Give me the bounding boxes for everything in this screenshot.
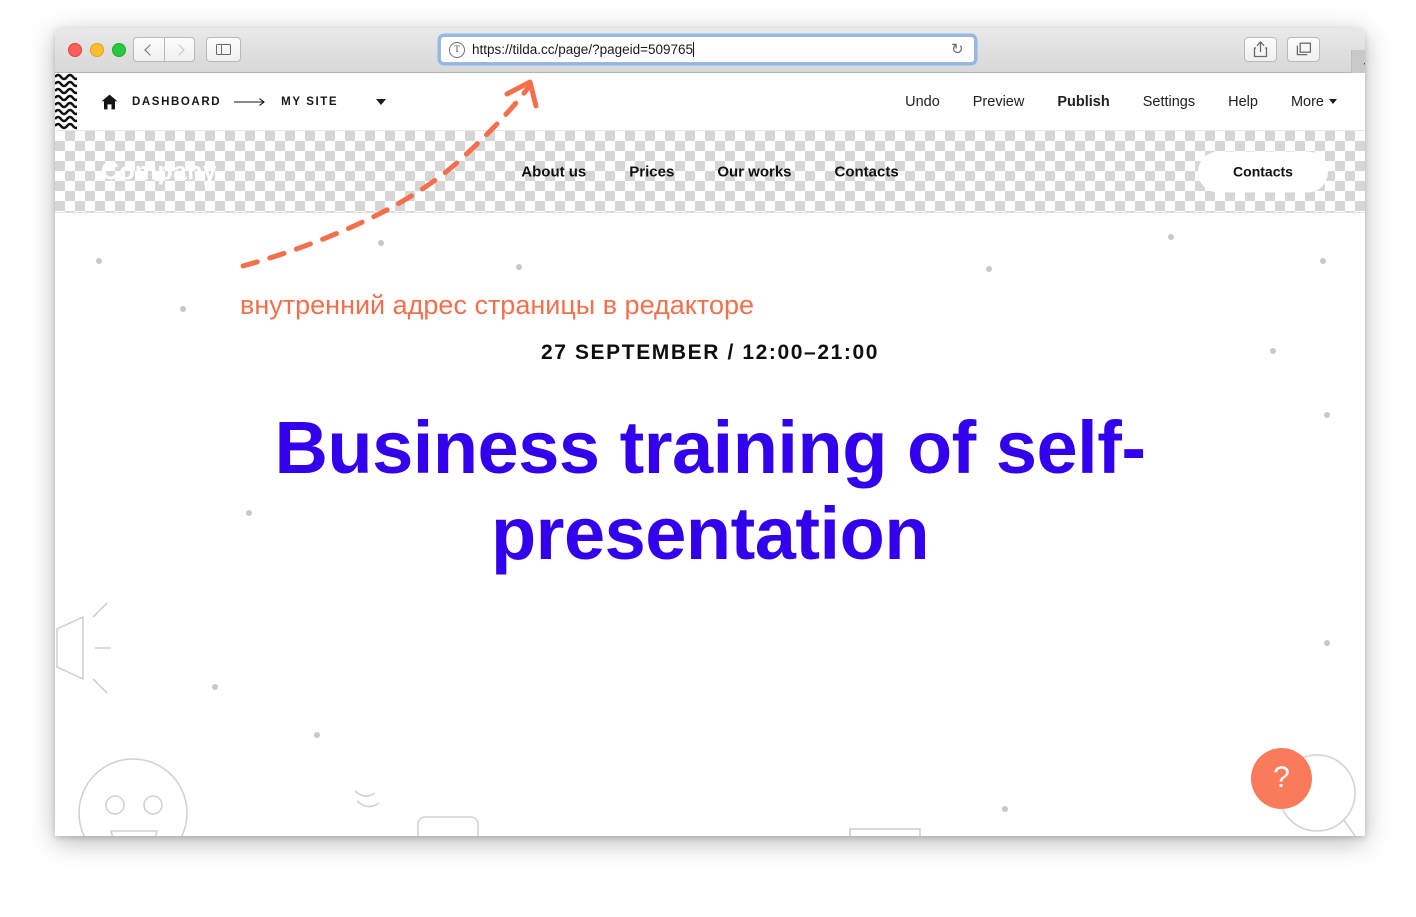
nav-item-our-works[interactable]: Our works — [717, 163, 791, 180]
help-chat-button[interactable]: ? — [1251, 748, 1312, 809]
back-button[interactable] — [133, 37, 164, 62]
home-icon[interactable] — [101, 94, 118, 110]
share-button[interactable] — [1244, 37, 1277, 62]
chevron-left-icon — [144, 43, 156, 56]
hero-title: Business training of self-presentation — [274, 406, 1146, 575]
tabs-icon — [1296, 42, 1311, 56]
breadcrumb-dashboard[interactable]: DASHBOARD — [132, 96, 221, 108]
chevron-down-icon — [1329, 98, 1337, 104]
share-icon — [1253, 41, 1268, 58]
nav-item-prices[interactable]: Prices — [629, 163, 674, 180]
close-window-button[interactable] — [68, 43, 82, 57]
contacts-cta-button[interactable]: Contacts — [1198, 151, 1328, 192]
maximize-window-button[interactable] — [112, 43, 126, 57]
tilda-favicon-icon: T — [449, 41, 465, 58]
breadcrumb-my-site[interactable]: MY SITE — [281, 96, 338, 108]
screenshot-root: T https://tilda.cc/page/?pageid=509765 ↻… — [0, 0, 1416, 917]
breadcrumb: DASHBOARD MY SITE — [101, 73, 387, 130]
sidebar-toggle-button[interactable] — [206, 37, 241, 62]
nav-item-contacts[interactable]: Contacts — [835, 163, 899, 180]
site-navigation: About us Prices Our works Contacts — [55, 163, 1365, 180]
text-cursor — [693, 42, 695, 57]
breadcrumb-chevron-down-icon[interactable] — [376, 98, 387, 105]
hero-section: 27 SEPTEMBER / 12:00–21:00 Business trai… — [55, 213, 1365, 836]
preview-button[interactable]: Preview — [973, 94, 1025, 110]
window-controls — [68, 43, 126, 57]
address-bar-url: https://tilda.cc/page/?pageid=509765 — [472, 42, 694, 57]
help-button[interactable]: Help — [1228, 94, 1258, 110]
hero-date: 27 SEPTEMBER / 12:00–21:00 — [540, 341, 880, 364]
tabs-overview-button[interactable] — [1287, 37, 1320, 62]
breadcrumb-arrow-icon — [234, 97, 266, 106]
chevron-right-icon — [172, 43, 185, 56]
site-preview-canvas: Company About us Prices Our works Contac… — [55, 131, 1365, 836]
browser-titlebar: T https://tilda.cc/page/?pageid=509765 ↻… — [55, 28, 1365, 82]
site-header: Company About us Prices Our works Contac… — [55, 131, 1365, 213]
nav-item-about-us[interactable]: About us — [521, 163, 586, 180]
settings-button[interactable]: Settings — [1143, 94, 1195, 110]
undo-button[interactable]: Undo — [905, 94, 940, 110]
zigzag-decoration — [55, 73, 77, 130]
safari-browser-window: T https://tilda.cc/page/?pageid=509765 ↻… — [55, 28, 1365, 836]
forward-button[interactable] — [164, 37, 195, 62]
publish-button[interactable]: Publish — [1057, 94, 1109, 110]
sidebar-icon — [216, 43, 231, 56]
minimize-window-button[interactable] — [90, 43, 104, 57]
tilda-editor-topbar: DASHBOARD MY SITE Undo Preview Publish S… — [55, 73, 1365, 131]
more-label: More — [1290, 93, 1324, 110]
address-bar[interactable]: T https://tilda.cc/page/?pageid=509765 ↻ — [440, 36, 975, 63]
editor-actions: Undo Preview Publish Settings Help More — [905, 73, 1337, 130]
reload-icon[interactable]: ↻ — [951, 42, 965, 57]
more-button[interactable]: More — [1291, 94, 1337, 110]
